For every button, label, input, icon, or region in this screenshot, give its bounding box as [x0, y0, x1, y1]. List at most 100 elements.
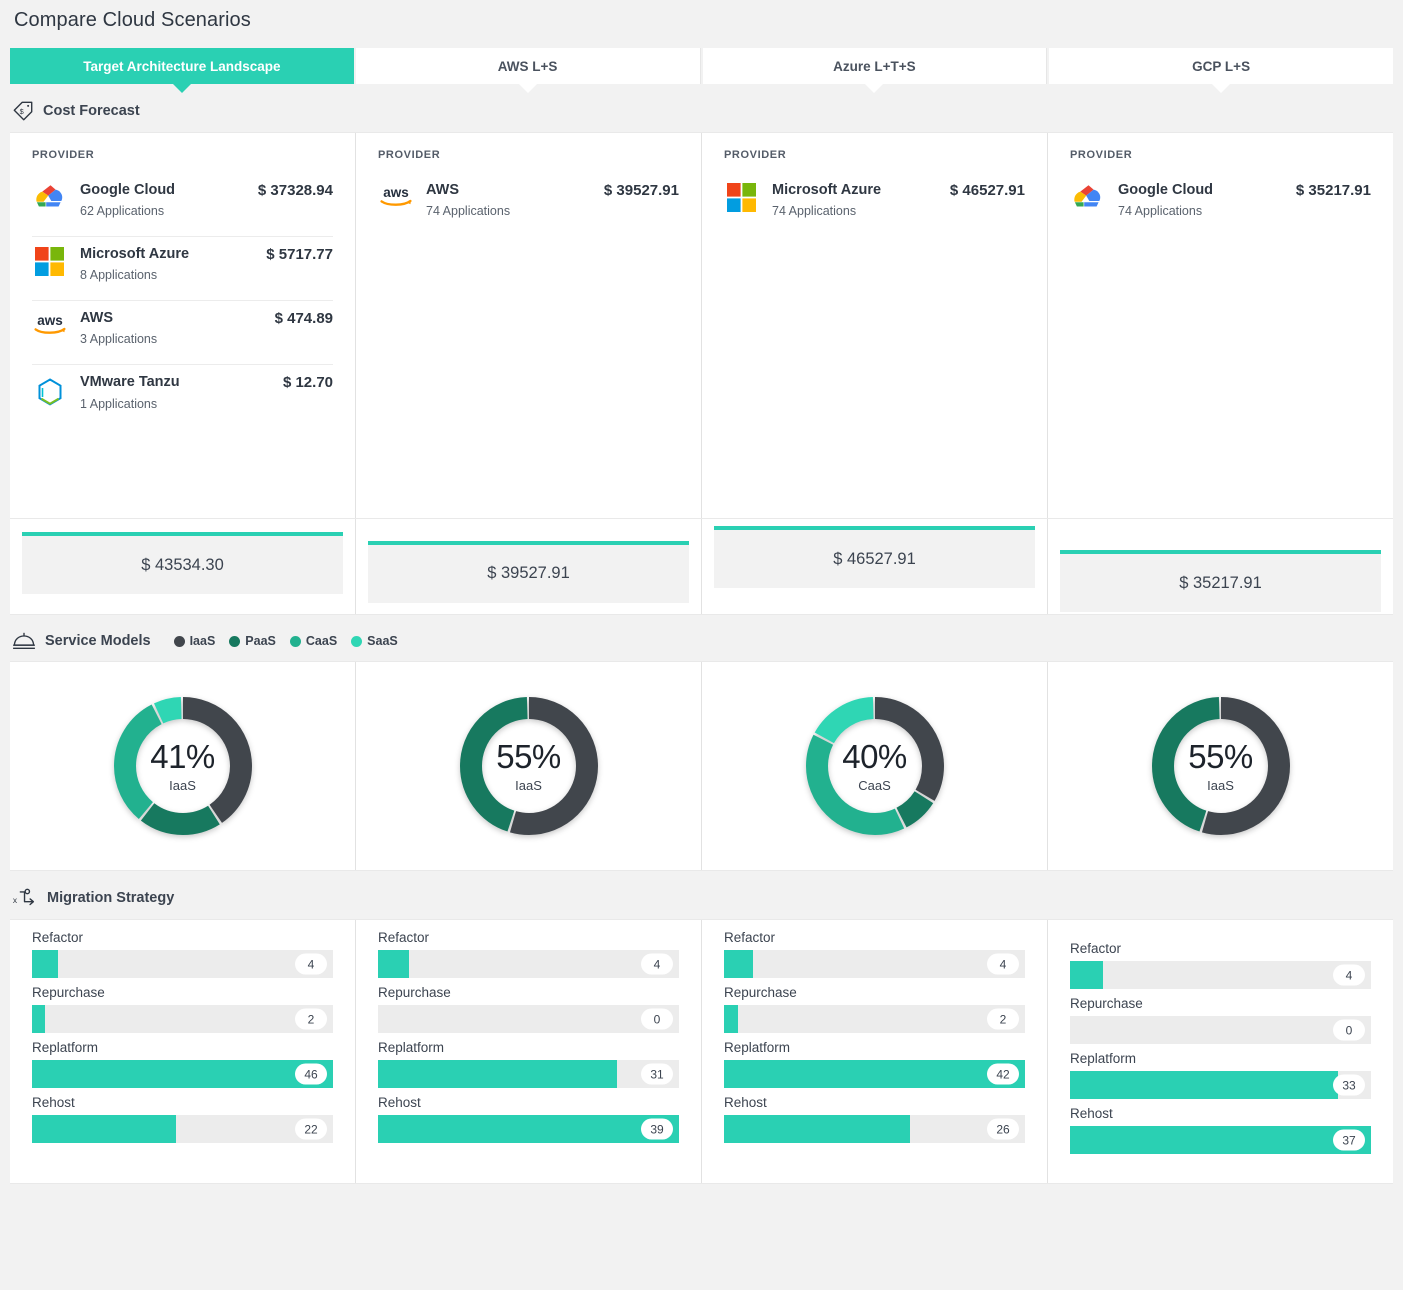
legend-item-caas[interactable]: CaaS — [289, 634, 337, 648]
provider-row[interactable]: Microsoft Azure 8 Applications $ 5717.77 — [32, 238, 333, 302]
tab-pointer-caret — [171, 83, 192, 93]
legend-color-dot — [351, 635, 363, 647]
tab-gcp-l-s[interactable]: GCP L+S — [1049, 48, 1393, 93]
cost-forecast-column: PROVIDER Google Cloud 62 Applications $ … — [10, 133, 356, 518]
service-model-donut-cell: 55% IaaS — [356, 662, 702, 870]
migration-strategy-item: Rehost 26 — [724, 1095, 1025, 1143]
migration-strategy-label: Replatform — [724, 1040, 791, 1055]
provider-info: Microsoft Azure 8 Applications — [80, 245, 254, 282]
migration-strategy-bar-fill — [724, 950, 753, 978]
migration-strategy-item: Repurchase 0 — [1070, 996, 1371, 1044]
cost-forecast-totals: $ 43534.30 $ 39527.91 $ 46527.91 $ 35217… — [10, 519, 1393, 615]
migration-strategy-value-badge: 46 — [295, 1063, 327, 1085]
total-cost-value: $ 35217.91 — [1179, 573, 1262, 592]
migration-strategy-bar[interactable]: 39 — [378, 1115, 679, 1143]
provider-row[interactable]: aws AWS 3 Applications $ 474.89 — [32, 302, 333, 366]
tab-target-architecture-landscape[interactable]: Target Architecture Landscape — [10, 48, 354, 93]
service-model-donut-chart[interactable]: 40% CaaS — [795, 686, 955, 846]
provider-row[interactable]: VMware Tanzu 1 Applications $ 12.70 — [32, 366, 333, 428]
migration-strategy-label: Repurchase — [32, 985, 105, 1000]
provider-cost: $ 12.70 — [282, 374, 333, 392]
total-cost-cell: $ 46527.91 — [702, 519, 1048, 614]
legend-color-dot — [289, 635, 301, 647]
service-model-donut-chart[interactable]: 55% IaaS — [1141, 686, 1301, 846]
migration-strategy-bar[interactable]: 0 — [378, 1005, 679, 1033]
provider-app-count: 8 Applications — [80, 268, 158, 283]
cost-forecast-column: PROVIDER Google Cloud 74 Applications $ … — [1048, 133, 1393, 518]
provider-cost: $ 46527.91 — [949, 182, 1025, 199]
legend-item-saas[interactable]: SaaS — [351, 634, 398, 648]
aws-logo: aws — [378, 181, 414, 209]
migration-strategy-bar-fill — [724, 1005, 739, 1033]
migration-strategy-item: Rehost 37 — [1070, 1106, 1371, 1154]
total-cost-cell: $ 35217.91 — [1048, 519, 1393, 614]
tab-azure-l-t-s[interactable]: Azure L+T+S — [702, 48, 1048, 93]
migration-strategy-bar[interactable]: 31 — [378, 1060, 679, 1088]
total-cost-box: $ 39527.91 — [368, 540, 689, 603]
migration-strategy-bar[interactable]: 4 — [724, 950, 1025, 978]
scenario-tabs: Target Architecture Landscape AWS L+S Azur… — [10, 48, 1393, 93]
provider-row[interactable]: Microsoft Azure 74 Applications $ 46527.… — [724, 174, 1025, 236]
vmware-tanzu-logo — [38, 378, 62, 406]
migration-strategy-item: Repurchase 2 — [32, 985, 333, 1033]
migration-strategy-value-badge: 4 — [641, 953, 673, 975]
migration-strategy-bar-fill — [724, 1060, 1025, 1088]
migration-strategy-bar-fill — [1070, 1126, 1371, 1154]
provider-name: Microsoft Azure — [80, 246, 190, 263]
migration-strategy-value-badge: 37 — [1333, 1129, 1365, 1151]
migration-strategy-bar[interactable]: 4 — [1070, 961, 1371, 989]
migration-strategy-bar[interactable]: 2 — [724, 1005, 1025, 1033]
provider-row[interactable]: Google Cloud 74 Applications $ 35217.91 — [1070, 174, 1371, 236]
migration-strategy-bar[interactable]: 2 — [32, 1005, 333, 1033]
google-cloud-logo — [1074, 185, 1101, 207]
migration-strategy-label: Refactor — [1070, 941, 1122, 956]
migration-strategy-label: Refactor — [724, 930, 776, 945]
provider-info: VMware Tanzu 1 Applications — [80, 373, 271, 410]
svg-text:$: $ — [20, 107, 24, 116]
provider-row[interactable]: Google Cloud 62 Applications $ 37328.94 — [32, 174, 333, 238]
provider-name: AWS — [426, 182, 460, 198]
service-model-donut-chart[interactable]: 41% IaaS — [103, 686, 263, 846]
migration-strategy-bar[interactable]: 26 — [724, 1115, 1025, 1143]
migration-strategy-bar-fill — [32, 1115, 176, 1143]
migration-strategy-title: Migration Strategy — [47, 890, 175, 906]
migration-strategy-value-badge: 42 — [987, 1063, 1019, 1085]
migration-strategy-label: Repurchase — [724, 985, 797, 1000]
provider-row[interactable]: aws AWS 74 Applications $ 39527.91 — [378, 174, 679, 236]
legend-item-paas[interactable]: PaaS — [229, 634, 276, 648]
service-model-donut-chart[interactable]: 55% IaaS — [449, 686, 609, 846]
microsoft-azure-logo — [727, 183, 756, 212]
migration-strategy-bar[interactable]: 4 — [378, 950, 679, 978]
migration-strategy-label: Replatform — [378, 1040, 445, 1055]
migration-strategy-bar[interactable]: 33 — [1070, 1071, 1371, 1099]
migration-route-icon: x — [12, 887, 38, 909]
migration-strategy-item: Rehost 22 — [32, 1095, 333, 1143]
google-cloud-logo — [32, 181, 68, 210]
service-models-card: 41% IaaS 55% IaaS 40% CaaS 55% IaaS — [10, 661, 1393, 871]
provider-app-count: 1 Applications — [80, 396, 158, 411]
migration-strategy-bar[interactable]: 4 — [32, 950, 333, 978]
total-cost-cell: $ 39527.91 — [356, 519, 702, 614]
provider-list: PROVIDER aws AWS 74 Applications $ 39527… — [356, 133, 701, 518]
migration-strategy-column: Refactor 4 Repurchase 0 Replatform 33 Re… — [1048, 920, 1393, 1183]
migration-strategy-bar[interactable]: 37 — [1070, 1126, 1371, 1154]
migration-strategy-value-badge: 39 — [641, 1118, 673, 1140]
provider-column-label: PROVIDER — [378, 149, 441, 161]
service-model-donut-cell: 41% IaaS — [10, 662, 356, 870]
migration-strategy-column: Refactor 4 Repurchase 0 Replatform 31 Re… — [356, 920, 702, 1183]
migration-strategy-bar[interactable]: 22 — [32, 1115, 333, 1143]
migration-strategy-bar[interactable]: 42 — [724, 1060, 1025, 1088]
cost-forecast-header: $ Cost Forecast — [0, 84, 1403, 132]
migration-strategy-value-badge: 4 — [1333, 964, 1365, 986]
migration-strategy-item: Refactor 4 — [1070, 941, 1371, 989]
migration-strategy-bar[interactable]: 0 — [1070, 1016, 1371, 1044]
migration-strategy-label: Repurchase — [1070, 996, 1143, 1011]
tab-aws-l-s[interactable]: AWS L+S — [355, 48, 701, 93]
migration-strategy-value-badge: 31 — [641, 1063, 673, 1085]
legend-item-iaas[interactable]: IaaS — [173, 634, 215, 648]
migration-strategy-bar[interactable]: 46 — [32, 1060, 333, 1088]
tab-label: Azure L+T+S — [833, 58, 916, 74]
migration-strategy-item: Rehost 39 — [378, 1095, 679, 1143]
provider-cost: $ 474.89 — [274, 310, 333, 328]
service-bell-icon — [12, 631, 36, 651]
